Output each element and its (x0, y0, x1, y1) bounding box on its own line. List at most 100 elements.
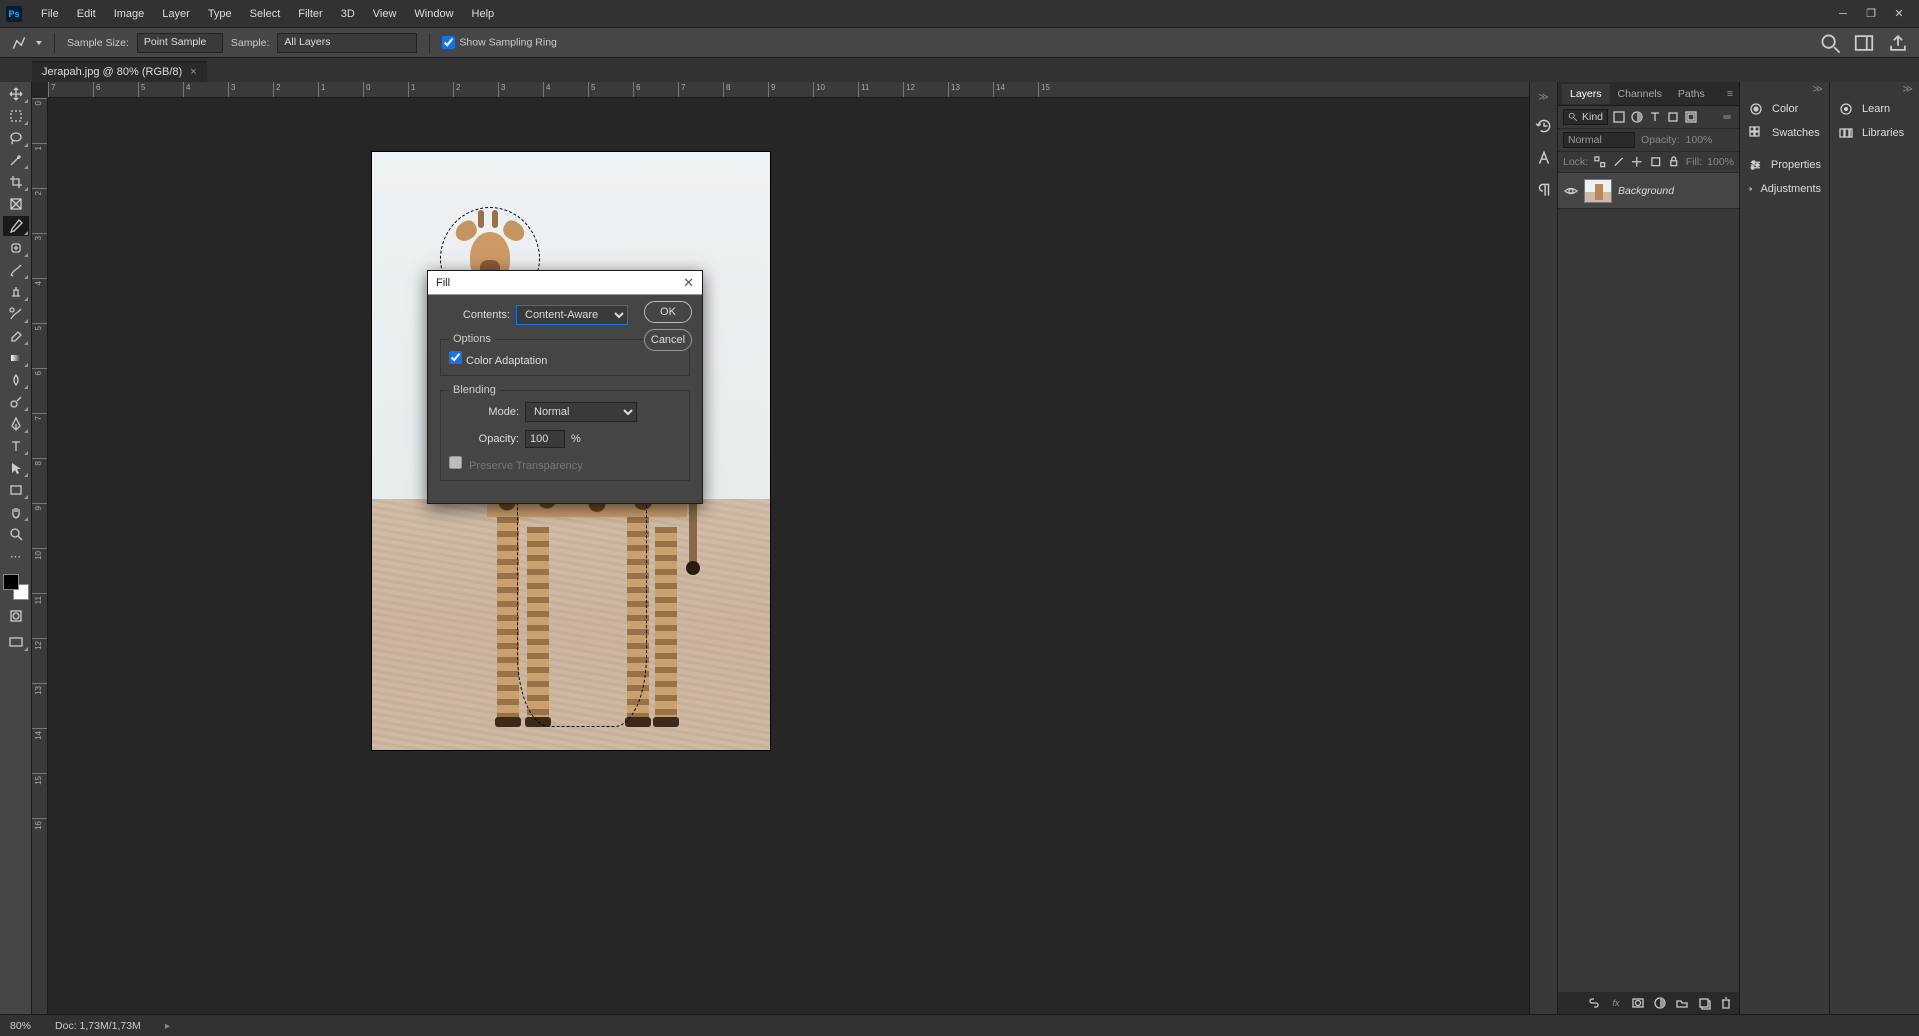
mode-dropdown[interactable]: Normal (525, 402, 637, 422)
eraser-tool-icon[interactable] (3, 326, 29, 346)
zoom-tool-icon[interactable] (3, 524, 29, 544)
menu-layer[interactable]: Layer (153, 0, 199, 28)
filter-smart-icon[interactable] (1684, 110, 1698, 124)
layer-visibility-icon[interactable] (1564, 184, 1578, 198)
panel-learn[interactable]: Learn (1830, 97, 1919, 121)
workspace-icon[interactable] (1853, 32, 1875, 54)
rectangle-tool-icon[interactable] (3, 480, 29, 500)
history-icon[interactable] (1535, 117, 1553, 135)
color-adaptation-checkbox[interactable]: Color Adaptation (449, 355, 547, 367)
menu-type[interactable]: Type (199, 0, 241, 28)
window-minimize-icon[interactable]: ─ (1829, 4, 1857, 24)
lasso-tool-icon[interactable] (3, 128, 29, 148)
link-layers-icon[interactable] (1587, 996, 1601, 1010)
mask-icon[interactable] (1631, 996, 1645, 1010)
group-icon[interactable] (1675, 996, 1689, 1010)
lock-pixels-icon[interactable] (1612, 155, 1626, 169)
dialog-close-icon[interactable]: ✕ (683, 275, 694, 291)
brush-tool-icon[interactable] (3, 260, 29, 280)
tab-paths[interactable]: Paths (1670, 84, 1713, 104)
quick-mask-icon[interactable] (3, 606, 29, 626)
dodge-tool-icon[interactable] (3, 392, 29, 412)
status-zoom[interactable]: 80% (10, 1020, 31, 1032)
panel-color[interactable]: Color (1740, 97, 1829, 121)
crop-tool-icon[interactable] (3, 172, 29, 192)
filter-adjust-icon[interactable] (1630, 110, 1644, 124)
eyedropper-tool-icon[interactable] (3, 216, 29, 236)
color-swatches[interactable] (3, 574, 29, 600)
menu-help[interactable]: Help (463, 0, 504, 28)
lock-artboard-icon[interactable] (1649, 155, 1663, 169)
new-layer-icon[interactable] (1697, 996, 1711, 1010)
screen-mode-icon[interactable] (3, 632, 29, 652)
history-brush-tool-icon[interactable] (3, 304, 29, 324)
cancel-button[interactable]: Cancel (644, 329, 692, 351)
character-icon[interactable] (1535, 149, 1553, 167)
ok-button[interactable]: OK (644, 301, 692, 323)
expand-panels-icon[interactable]: ≫ (1538, 92, 1548, 103)
blur-tool-icon[interactable] (3, 370, 29, 390)
tab-layers[interactable]: Layers (1562, 84, 1610, 104)
sample-size-dropdown[interactable]: Point Sample (137, 33, 223, 53)
clone-stamp-tool-icon[interactable] (3, 282, 29, 302)
sample-dropdown[interactable]: All Layers (277, 33, 417, 53)
lock-position-icon[interactable] (1630, 155, 1644, 169)
menu-view[interactable]: View (364, 0, 406, 28)
edit-toolbar-icon[interactable]: ⋯ (3, 546, 29, 566)
layer-thumbnail[interactable] (1584, 179, 1612, 203)
menu-image[interactable]: Image (105, 0, 154, 28)
filter-kind-dropdown[interactable]: Kind (1563, 109, 1608, 125)
contents-dropdown[interactable]: Content-Aware (516, 305, 628, 325)
hand-tool-icon[interactable] (3, 502, 29, 522)
panel-properties[interactable]: Properties (1740, 153, 1829, 177)
healing-brush-tool-icon[interactable] (3, 238, 29, 258)
opacity-input[interactable] (525, 430, 565, 448)
menu-window[interactable]: Window (405, 0, 462, 28)
frame-tool-icon[interactable] (3, 194, 29, 214)
fx-icon[interactable]: fx (1609, 996, 1623, 1010)
adjustment-layer-icon[interactable] (1653, 996, 1667, 1010)
paragraph-icon[interactable] (1535, 181, 1553, 199)
layer-row-background[interactable]: Background (1558, 173, 1739, 209)
type-tool-icon[interactable] (3, 436, 29, 456)
tab-channels[interactable]: Channels (1610, 84, 1670, 104)
collapse-mid-icon[interactable]: ≫ (1740, 82, 1829, 97)
filter-type-icon[interactable] (1648, 110, 1662, 124)
gradient-tool-icon[interactable] (3, 348, 29, 368)
fill-value[interactable]: 100% (1707, 156, 1734, 168)
marquee-tool-icon[interactable] (3, 106, 29, 126)
panel-menu-icon[interactable]: ≡ (1721, 84, 1739, 104)
menu-3d[interactable]: 3D (332, 0, 364, 28)
blend-mode-dropdown[interactable]: Normal (1563, 132, 1635, 148)
filter-shape-icon[interactable] (1666, 110, 1680, 124)
panel-libraries[interactable]: Libraries (1830, 121, 1919, 145)
path-selection-tool-icon[interactable] (3, 458, 29, 478)
dialog-title-bar[interactable]: Fill ✕ (428, 271, 702, 295)
magic-wand-tool-icon[interactable] (3, 150, 29, 170)
lock-transparency-icon[interactable] (1593, 155, 1607, 169)
menu-filter[interactable]: Filter (289, 0, 331, 28)
panel-adjustments[interactable]: Adjustments (1740, 177, 1829, 201)
layer-name[interactable]: Background (1618, 185, 1674, 197)
current-tool-icon[interactable] (10, 34, 28, 52)
menu-select[interactable]: Select (241, 0, 290, 28)
tool-preset-dropdown-icon[interactable] (36, 41, 42, 45)
close-tab-icon[interactable]: × (190, 66, 196, 78)
delete-icon[interactable] (1719, 996, 1733, 1010)
menu-edit[interactable]: Edit (68, 0, 105, 28)
search-icon[interactable] (1819, 32, 1841, 54)
status-menu-icon[interactable]: ▸ (165, 1020, 170, 1032)
layer-opacity-value[interactable]: 100% (1686, 134, 1713, 146)
collapse-far-icon[interactable]: ≫ (1830, 82, 1919, 97)
panel-swatches[interactable]: Swatches (1740, 121, 1829, 145)
move-tool-icon[interactable] (3, 84, 29, 104)
share-icon[interactable] (1887, 32, 1909, 54)
menu-file[interactable]: File (32, 0, 68, 28)
window-restore-icon[interactable]: ❐ (1857, 4, 1885, 24)
filter-toggle-icon[interactable] (1720, 110, 1734, 124)
status-docsize[interactable]: Doc: 1,73M/1,73M (55, 1020, 141, 1032)
document-tab[interactable]: Jerapah.jpg @ 80% (RGB/8) × (32, 61, 207, 82)
lock-all-icon[interactable] (1667, 155, 1681, 169)
show-sampling-ring-checkbox[interactable]: Show Sampling Ring (442, 36, 556, 49)
window-close-icon[interactable]: ✕ (1885, 4, 1913, 24)
